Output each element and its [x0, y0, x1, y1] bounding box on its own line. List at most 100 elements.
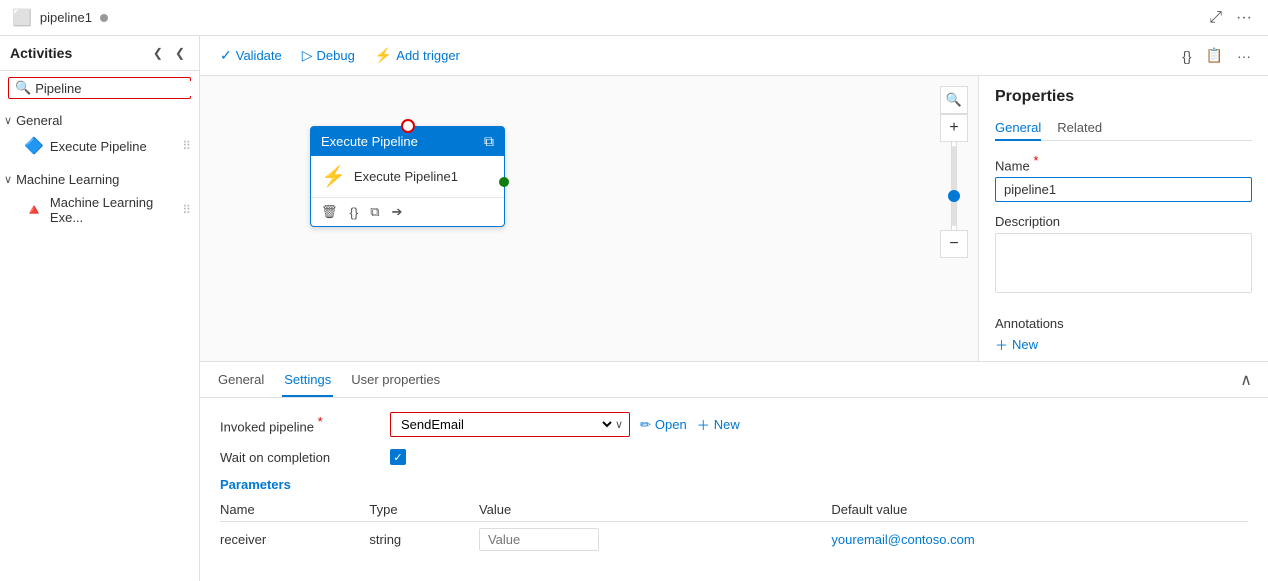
toolbar: ✓ Validate ▷ Debug ⚡ Add trigger {} 📋 ··…	[200, 36, 1268, 76]
zoom-in-button[interactable]: +	[940, 114, 968, 142]
settings-content: Invoked pipeline * SendEmail ∨ ✏ Open	[200, 398, 1268, 571]
unsaved-dot	[100, 14, 108, 22]
sidebar-header-icons: ❮ ❮	[149, 44, 189, 62]
invoked-pipeline-row: Invoked pipeline * SendEmail ∨ ✏ Open	[220, 412, 1248, 437]
param-value-cell	[479, 522, 831, 558]
pencil-icon: ✏	[640, 417, 651, 433]
invoked-pipeline-label: Invoked pipeline *	[220, 414, 380, 434]
add-trigger-button[interactable]: ⚡ Add trigger	[367, 44, 468, 67]
bottom-tab-user-properties[interactable]: User properties	[349, 364, 442, 397]
open-button[interactable]: ✏ Open	[640, 417, 687, 433]
canvas[interactable]: Execute Pipeline ⧉ ⚡ Execute Pipeline1 🗑…	[200, 76, 978, 361]
props-name-label: Name *	[995, 153, 1252, 173]
params-col-value: Value	[479, 498, 831, 522]
toolbar-more-button[interactable]: ···	[1232, 45, 1256, 67]
wait-on-completion-row: Wait on completion ✓	[220, 449, 1248, 465]
properties-panel: Properties General Related Name * Descri…	[978, 76, 1268, 361]
new-pipeline-button[interactable]: ＋ New	[697, 415, 740, 434]
ml-section: ∨ Machine Learning 🔺 Machine Learning Ex…	[0, 164, 199, 233]
search-box: 🔍	[8, 77, 191, 99]
wait-checkbox[interactable]: ✓	[390, 449, 406, 465]
main-layout: Activities ❮ ❮ 🔍 ∨ General 🔷 Execute Pip…	[0, 36, 1268, 581]
node-activity-icon: ⚡	[321, 164, 346, 189]
props-new-annotation-button[interactable]: ＋ New	[995, 335, 1038, 354]
top-bar-title: pipeline1	[40, 10, 92, 25]
top-bar-left: ⬜ pipeline1	[12, 8, 108, 28]
props-name-input[interactable]	[995, 177, 1252, 202]
wait-checkbox-wrap: ✓	[390, 449, 406, 465]
debug-button[interactable]: ▷ Debug	[294, 44, 363, 67]
parameters-title: Parameters	[220, 477, 1248, 492]
props-description-label: Description	[995, 214, 1252, 229]
props-description-field: Description	[995, 214, 1252, 296]
sidebar: Activities ❮ ❮ 🔍 ∨ General 🔷 Execute Pip…	[0, 36, 200, 581]
collapse2-button[interactable]: ❮	[171, 44, 189, 62]
bottom-tab-general[interactable]: General	[216, 364, 266, 397]
props-tab-general[interactable]: General	[995, 116, 1041, 141]
sidebar-item-ml-execute[interactable]: 🔺 Machine Learning Exe... ⠿	[0, 191, 199, 229]
node-header-label: Execute Pipeline	[321, 134, 418, 149]
node-footer: 🗑 {} ⧉ ➔	[311, 197, 504, 226]
props-name-field: Name *	[995, 153, 1252, 202]
parameters-section: Parameters Name Type Value Default value	[220, 477, 1248, 557]
collapse-button[interactable]: ❮	[149, 44, 167, 62]
node-external-icon: ⧉	[484, 133, 494, 150]
properties-tabs: General Related	[995, 116, 1252, 141]
node-success-dot	[499, 177, 509, 187]
bottom-panel: General Settings User properties ∧ Invok…	[200, 361, 1268, 581]
invoked-pipeline-select[interactable]: SendEmail	[397, 416, 615, 433]
search-input[interactable]	[35, 81, 200, 96]
bottom-tab-settings[interactable]: Settings	[282, 364, 333, 397]
props-description-input[interactable]	[995, 233, 1252, 293]
trigger-icon: ⚡	[375, 47, 392, 64]
properties-title: Properties	[995, 88, 1252, 106]
toolbar-right: {} 📋 ···	[1177, 44, 1256, 67]
node-circle-top	[401, 119, 415, 133]
param-type-cell: string	[369, 522, 479, 558]
select-chevron-icon: ∨	[615, 418, 623, 431]
bottom-panel-close-button[interactable]: ∧	[1240, 370, 1252, 390]
sidebar-item-execute-pipeline[interactable]: 🔷 Execute Pipeline ⠿	[0, 132, 199, 160]
sidebar-header: Activities ❮ ❮	[0, 36, 199, 71]
ml-drag-handle: ⠿	[182, 203, 191, 217]
search-icon: 🔍	[15, 80, 31, 96]
props-annotations-title: Annotations	[995, 316, 1252, 331]
node-copy-button[interactable]: ⧉	[368, 202, 381, 222]
publish-button[interactable]: 📋	[1201, 44, 1228, 67]
node-delete-button[interactable]: 🗑	[319, 202, 340, 222]
param-name-cell: receiver	[220, 522, 369, 558]
zoom-search-button[interactable]: 🔍	[940, 86, 968, 114]
expand-button[interactable]: ⤢	[1205, 7, 1226, 29]
general-section: ∨ General 🔷 Execute Pipeline ⠿	[0, 105, 199, 164]
general-section-header[interactable]: ∨ General	[0, 109, 199, 132]
node-connect-button[interactable]: ➔	[390, 202, 405, 222]
general-chevron: ∨	[4, 114, 12, 127]
ml-section-header[interactable]: ∨ Machine Learning	[0, 168, 199, 191]
validate-icon: ✓	[220, 47, 232, 64]
json-button[interactable]: {}	[1177, 45, 1196, 67]
zoom-out-button[interactable]: −	[940, 230, 968, 258]
params-row-receiver: receiver string youremail@contoso.com	[220, 522, 1248, 558]
zoom-thumb[interactable]	[948, 190, 960, 202]
execute-pipeline-label: Execute Pipeline	[50, 139, 176, 154]
props-tab-related[interactable]: Related	[1057, 116, 1102, 141]
canvas-content: Execute Pipeline ⧉ ⚡ Execute Pipeline1 🗑…	[200, 76, 1268, 361]
params-col-default: Default value	[831, 498, 1248, 522]
params-col-type: Type	[369, 498, 479, 522]
general-section-label: General	[16, 113, 62, 128]
more-options-button[interactable]: ···	[1232, 7, 1256, 29]
parameters-table: Name Type Value Default value receiver s…	[220, 498, 1248, 557]
params-col-name: Name	[220, 498, 369, 522]
invoked-pipeline-select-wrapper: SendEmail ∨	[390, 412, 630, 437]
node-json-button[interactable]: {}	[348, 203, 361, 222]
validate-button[interactable]: ✓ Validate	[212, 44, 290, 67]
node-body: ⚡ Execute Pipeline1	[311, 156, 504, 197]
plus-icon: ＋	[995, 335, 1008, 354]
drag-handle: ⠿	[182, 139, 191, 153]
pipeline-node[interactable]: Execute Pipeline ⧉ ⚡ Execute Pipeline1 🗑…	[310, 126, 505, 227]
new-plus-icon: ＋	[697, 415, 710, 434]
sidebar-title: Activities	[10, 45, 72, 61]
param-value-input[interactable]	[479, 528, 599, 551]
bottom-tabs: General Settings User properties ∧	[200, 362, 1268, 398]
top-bar-right: ⤢ ···	[1205, 7, 1256, 29]
